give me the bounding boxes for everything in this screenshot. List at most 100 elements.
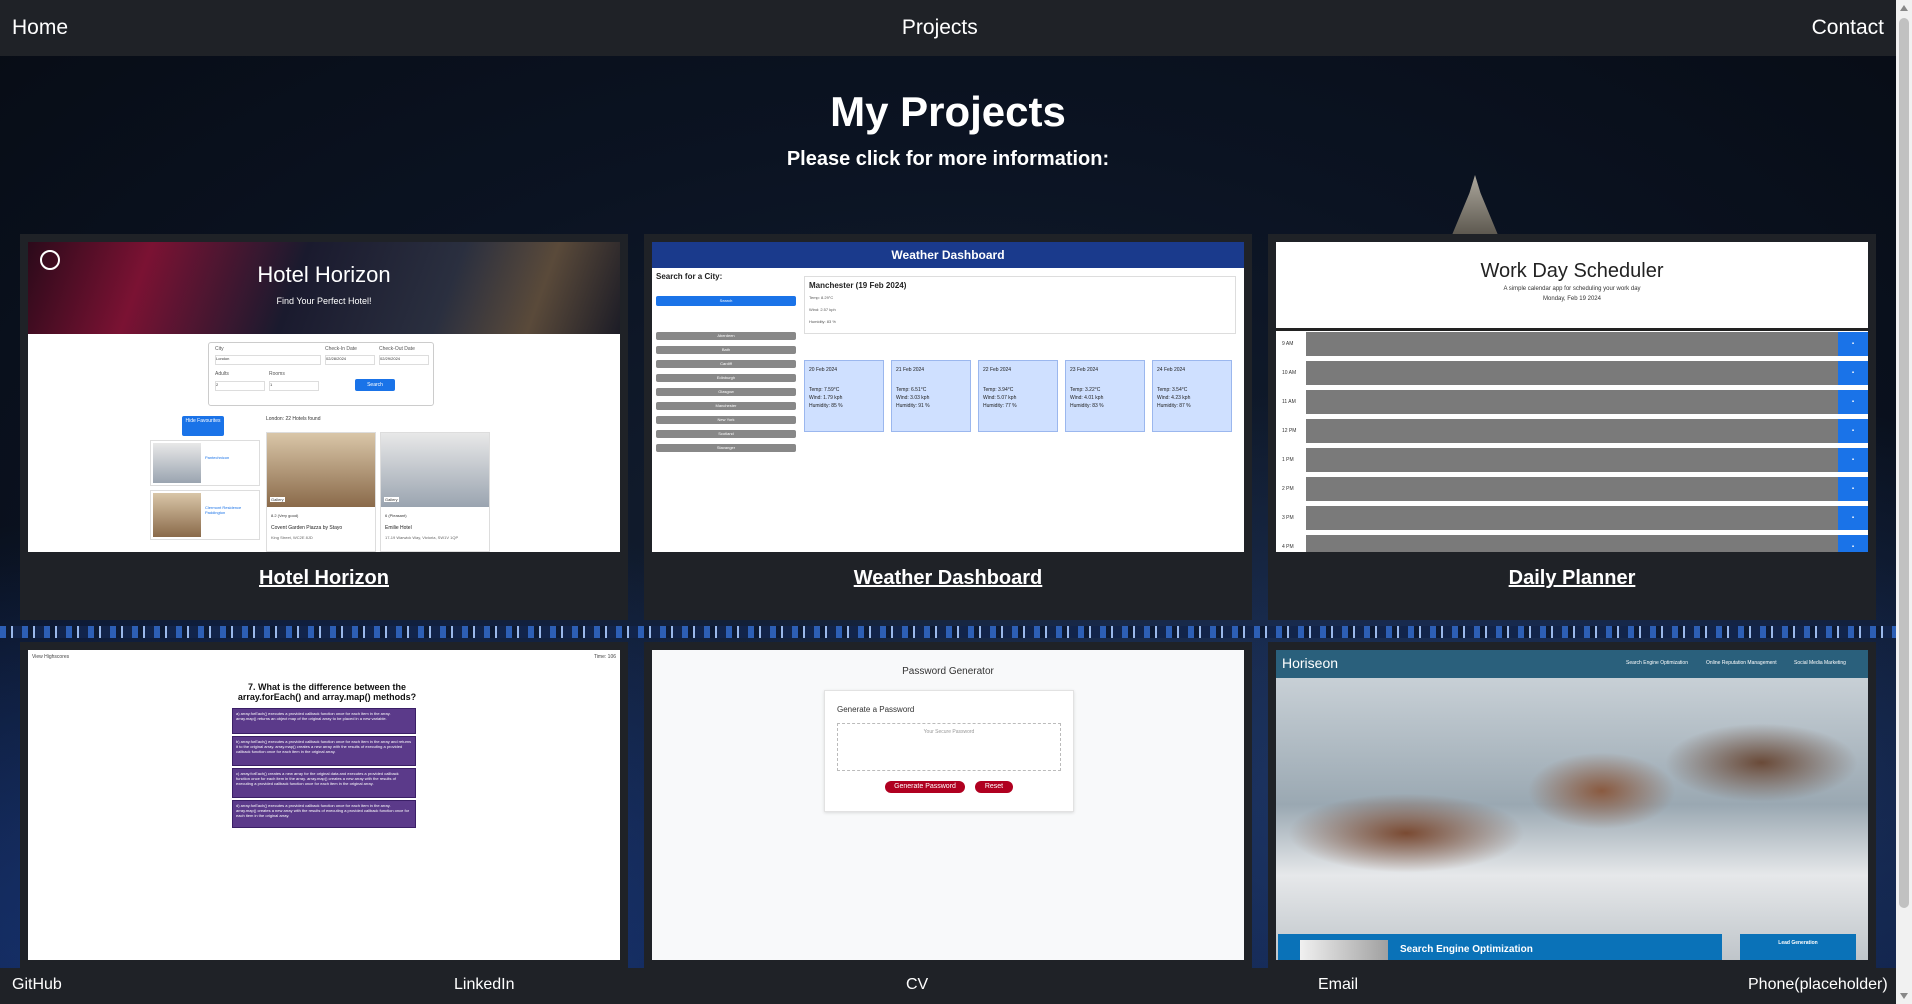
scheduler-heading: Work Day Scheduler — [1480, 260, 1664, 282]
save-icon[interactable]: ▪ — [1838, 506, 1868, 530]
time-block: 11 AM ▪ — [1276, 390, 1868, 416]
horiseon-nav-link[interactable]: Online Reputation Management — [1706, 660, 1777, 666]
city-field[interactable]: London — [215, 355, 321, 365]
project-card-horiseon[interactable]: Horiseon Search Engine Optimization Onli… — [1268, 642, 1876, 968]
task-textarea[interactable] — [1306, 477, 1838, 501]
rooms-field[interactable]: 1 — [269, 381, 319, 391]
nav-home-link[interactable]: Home — [12, 16, 68, 40]
footer-linkedin-link[interactable]: LinkedIn — [454, 976, 515, 994]
favourite-name[interactable]: Pantechnicon — [205, 455, 229, 460]
save-icon[interactable]: ▪ — [1838, 361, 1868, 385]
nav-contact-link[interactable]: Contact — [1812, 16, 1884, 40]
project-card-daily-planner[interactable]: Work Day Scheduler A simple calendar app… — [1268, 234, 1876, 620]
password-output[interactable]: Your Secure Password — [837, 723, 1061, 771]
quiz-answer-button[interactable]: a) array.forEach() executes a provided c… — [232, 708, 416, 734]
save-icon[interactable]: ▪ — [1838, 390, 1868, 414]
nav-projects-link[interactable]: Projects — [902, 16, 978, 40]
gallery-tag[interactable]: Gallery — [270, 497, 285, 502]
current-wind: Wind: 2.57 kph — [809, 307, 836, 312]
task-textarea[interactable] — [1306, 332, 1838, 356]
hour-label: 11 AM — [1276, 390, 1306, 416]
weather-search-label: Search for a City: — [656, 272, 723, 281]
view-highscores-link[interactable]: View Highscores — [32, 654, 69, 660]
project-title-link[interactable]: Hotel Horizon — [20, 567, 628, 590]
project-screenshot[interactable]: Work Day Scheduler A simple calendar app… — [1276, 242, 1868, 552]
checkin-field[interactable]: 02/28/2024 — [325, 355, 375, 365]
reset-button[interactable]: Reset — [975, 781, 1013, 793]
task-textarea[interactable] — [1306, 361, 1838, 385]
page-scrollbar[interactable] — [1896, 0, 1912, 1004]
hotel-result-card[interactable]: Gallery 6 (Pleasant) Emilie Hotel 17-19 … — [380, 432, 490, 552]
adults-field[interactable]: 2 — [215, 381, 265, 391]
scrollbar-thumb[interactable] — [1899, 18, 1909, 908]
horiseon-brand: Horiseon — [1282, 655, 1339, 671]
favourite-item[interactable]: Pantechnicon — [150, 440, 260, 486]
hotel-result-card[interactable]: Gallery 8.2 (Very good) Covent Garden Pi… — [266, 432, 376, 552]
forecast-date: 21 Feb 2024 — [896, 367, 925, 373]
password-card-title: Generate a Password — [837, 705, 915, 714]
checkout-field[interactable]: 02/29/2024 — [379, 355, 429, 365]
scroll-up-icon[interactable] — [1900, 5, 1908, 11]
task-textarea[interactable] — [1306, 506, 1838, 530]
footer-cv-link[interactable]: CV — [906, 976, 928, 994]
generate-password-button[interactable]: Generate Password — [885, 781, 965, 793]
city-history-button[interactable]: Manchester — [656, 402, 796, 410]
hotel-header-banner: Hotel Horizon Find Your Perfect Hotel! — [28, 242, 620, 334]
project-card-quiz[interactable]: View Highscores Time: 106 7. What is the… — [20, 642, 628, 968]
project-screenshot[interactable]: Weather Dashboard Search for a City: Sea… — [652, 242, 1244, 552]
favourite-name[interactable]: Clermont Residence Paddington — [205, 505, 255, 515]
footer-email-link[interactable]: Email — [1318, 976, 1358, 994]
city-history-button[interactable]: Scotland — [656, 430, 796, 438]
project-card-hotel-horizon[interactable]: Hotel Horizon Find Your Perfect Hotel! C… — [20, 234, 628, 620]
save-icon[interactable]: ▪ — [1838, 535, 1868, 552]
project-screenshot[interactable]: View Highscores Time: 106 7. What is the… — [28, 650, 620, 960]
city-history-button[interactable]: Bath — [656, 346, 796, 354]
forecast-humidity: Humidity: 91 % — [896, 403, 930, 409]
project-title-link[interactable]: Daily Planner — [1268, 567, 1876, 590]
hotel-photo — [381, 433, 489, 507]
save-icon[interactable]: ▪ — [1838, 448, 1868, 472]
favourite-item[interactable]: Clermont Residence Paddington — [150, 490, 260, 540]
save-icon[interactable]: ▪ — [1838, 419, 1868, 443]
quiz-answer-button[interactable]: d) array.forEach() executes a provided c… — [232, 800, 416, 828]
forecast-wind: Wind: 3.03 kph — [896, 395, 930, 401]
footer: GitHub LinkedIn CV Email Phone(placehold… — [0, 968, 1896, 1004]
hotel-search-button[interactable]: Search — [355, 379, 395, 391]
save-icon[interactable]: ▪ — [1838, 332, 1868, 356]
city-history-button[interactable]: Edinburgh — [656, 374, 796, 382]
hour-label: 12 PM — [1276, 419, 1306, 445]
horiseon-nav-link[interactable]: Social Media Marketing — [1794, 660, 1846, 666]
horiseon-nav-link[interactable]: Search Engine Optimization — [1626, 660, 1688, 666]
save-icon[interactable]: ▪ — [1838, 477, 1868, 501]
favourite-image — [153, 443, 201, 483]
city-history-button[interactable]: Aberdeen — [656, 332, 796, 340]
task-textarea[interactable] — [1306, 448, 1838, 472]
checkin-label: Check-In Date — [325, 346, 357, 352]
hide-favourites-button[interactable]: Hide Favourites — [182, 416, 224, 436]
forecast-date: 22 Feb 2024 — [983, 367, 1012, 373]
project-screenshot[interactable]: Hotel Horizon Find Your Perfect Hotel! C… — [28, 242, 620, 552]
footer-github-link[interactable]: GitHub — [12, 976, 62, 994]
task-textarea[interactable] — [1306, 390, 1838, 414]
quiz-answer-button[interactable]: b) array.forEach() executes a provided c… — [232, 736, 416, 766]
task-textarea[interactable] — [1306, 535, 1838, 552]
gallery-tag[interactable]: Gallery — [384, 497, 399, 502]
project-card-weather-dashboard[interactable]: Weather Dashboard Search for a City: Sea… — [644, 234, 1252, 620]
scroll-down-icon[interactable] — [1900, 993, 1908, 999]
project-screenshot[interactable]: Password Generator Generate a Password Y… — [652, 650, 1244, 960]
city-history-button[interactable]: Stavanger — [656, 444, 796, 452]
forecast-wind: Wind: 1.79 kph — [809, 395, 843, 401]
quiz-answer-button[interactable]: c) array.forEach() creates a new array f… — [232, 768, 416, 798]
city-history-button[interactable]: New York — [656, 416, 796, 424]
current-weather-heading: Manchester (19 Feb 2024) — [809, 281, 907, 290]
city-history-button[interactable]: Cardiff — [656, 360, 796, 368]
project-card-password-generator[interactable]: Password Generator Generate a Password Y… — [644, 642, 1252, 968]
task-textarea[interactable] — [1306, 419, 1838, 443]
results-count: London: 22 Hotels found — [266, 416, 321, 422]
project-screenshot[interactable]: Horiseon Search Engine Optimization Onli… — [1276, 650, 1868, 960]
project-title-link[interactable]: Weather Dashboard — [644, 567, 1252, 590]
forecast-temp: Temp: 3.22°C — [1070, 387, 1101, 393]
city-history-button[interactable]: Glasgow — [656, 388, 796, 396]
weather-search-button[interactable]: Search — [656, 296, 796, 306]
footer-phone-link[interactable]: Phone(placeholder) — [1748, 976, 1888, 994]
